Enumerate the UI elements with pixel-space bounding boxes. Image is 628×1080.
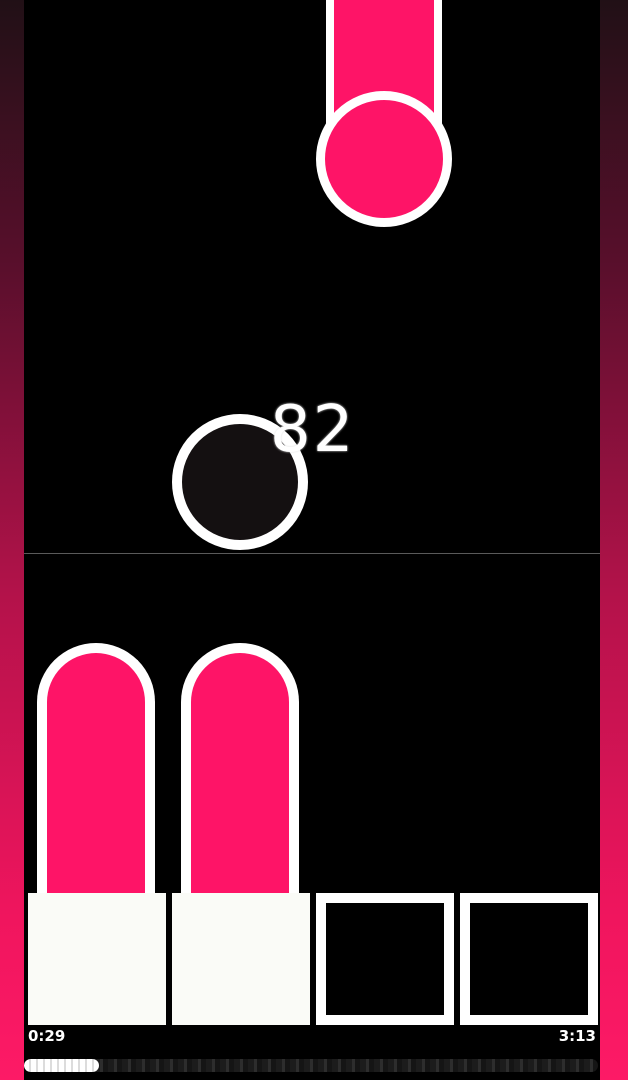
left-side-gradient (0, 0, 24, 1080)
hold-note-lane-2[interactable] (181, 643, 299, 905)
lane-key-2[interactable] (172, 893, 310, 1025)
falling-note-head[interactable] (316, 91, 452, 227)
lane-key-1[interactable] (28, 893, 166, 1025)
hold-note-lane-1[interactable] (37, 643, 155, 905)
lane-key-4[interactable] (460, 893, 598, 1025)
right-side-gradient (600, 0, 628, 1080)
total-time: 3:13 (558, 1027, 596, 1045)
judgement-line (24, 553, 600, 554)
song-progress-bar[interactable] (24, 1059, 598, 1072)
song-progress-fill (24, 1059, 99, 1072)
current-time: 0:29 (28, 1027, 66, 1045)
lane-key-3[interactable] (316, 893, 454, 1025)
combo-counter: 82 (270, 393, 356, 467)
